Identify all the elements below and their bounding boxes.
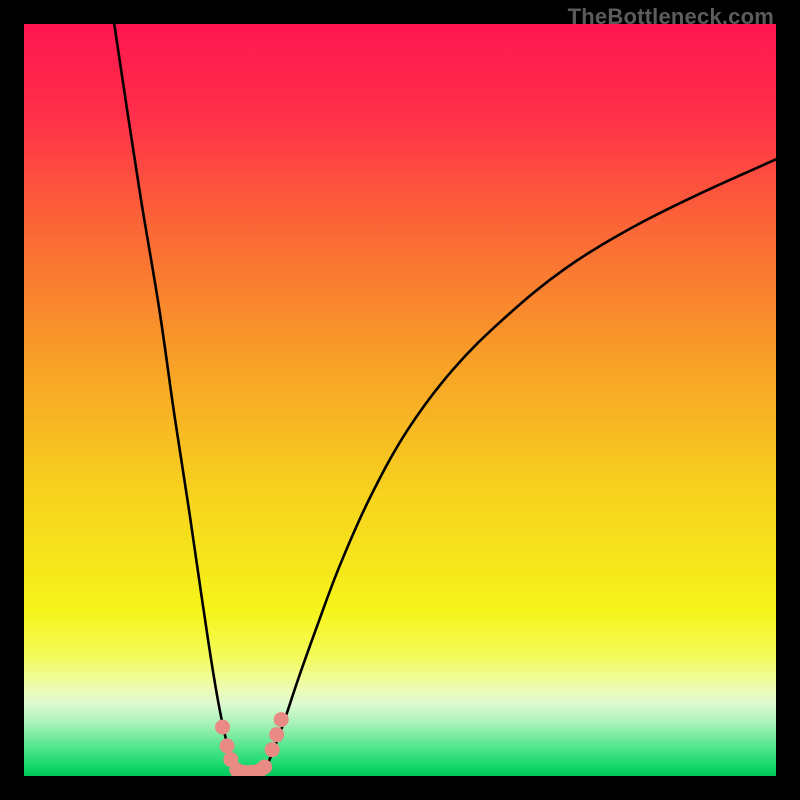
highlight-dot <box>269 727 284 742</box>
gradient-background <box>24 24 776 776</box>
watermark-text: TheBottleneck.com <box>568 4 774 30</box>
highlight-dot <box>274 712 289 727</box>
highlight-dot <box>215 720 230 735</box>
highlight-dot <box>220 738 235 753</box>
chart-frame: TheBottleneck.com <box>0 0 800 800</box>
highlight-dot <box>265 742 280 757</box>
highlight-dot <box>257 759 272 774</box>
chart-svg <box>24 24 776 776</box>
plot-area <box>24 24 776 776</box>
